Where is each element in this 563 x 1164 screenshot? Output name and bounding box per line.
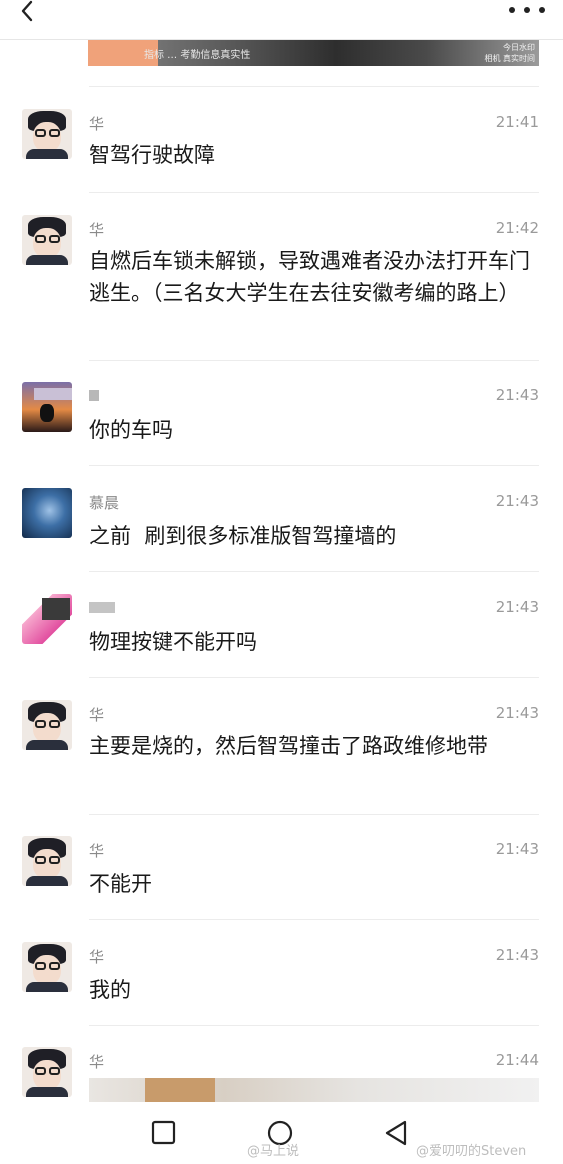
- avatar[interactable]: [22, 836, 72, 886]
- redacted-name: [89, 390, 99, 401]
- image-caption: 指标 … 考勤信息真实性: [144, 50, 251, 61]
- message-text: 不能开: [89, 872, 152, 896]
- sender-name: 华: [89, 1053, 105, 1071]
- back-button[interactable]: [14, 0, 44, 30]
- square-icon: [151, 1120, 176, 1145]
- divider: [89, 192, 539, 193]
- message-text: 主要是烧的，然后智驾撞击了路政维修地带: [89, 734, 488, 758]
- watermark-left: @马上说: [247, 1144, 300, 1159]
- message-text: 自燃后车锁未解锁，导致遇难者没办法打开车门逃生。（三名女大学生在去往安徽考编的路…: [89, 249, 530, 305]
- avatar[interactable]: [22, 488, 72, 538]
- shared-image-preview[interactable]: [89, 1078, 539, 1102]
- sender-name: 华: [89, 948, 105, 966]
- avatar[interactable]: [22, 215, 72, 265]
- triangle-back-icon: [385, 1120, 407, 1146]
- avatar[interactable]: [22, 594, 72, 644]
- watermark-right: @爱叨叨的Steven: [416, 1144, 527, 1159]
- sender-name: [89, 598, 115, 616]
- sender-name: 华: [89, 221, 105, 239]
- divider: [89, 919, 539, 920]
- sender-name: 华: [89, 115, 105, 133]
- divider: [89, 1025, 539, 1026]
- image-watermark: 今日水印 相机 真实时间: [484, 43, 535, 63]
- divider: [89, 86, 539, 87]
- chat-header: [0, 0, 563, 40]
- message-time: 21:43: [495, 386, 539, 404]
- divider: [89, 360, 539, 361]
- divider: [89, 677, 539, 678]
- message-time: 21:43: [495, 840, 539, 858]
- avatar[interactable]: [22, 382, 72, 432]
- sender-name: 慕晨: [89, 494, 120, 512]
- sender-name: 华: [89, 706, 105, 724]
- message-text: 智驾行驶故障: [89, 143, 215, 167]
- message-text: 之前 刷到很多标准版智驾撞墙的: [89, 524, 397, 548]
- avatar[interactable]: [22, 700, 72, 750]
- shared-image-preview[interactable]: 指标 … 考勤信息真实性 今日水印 相机 真实时间: [88, 40, 539, 66]
- avatar[interactable]: [22, 1047, 72, 1097]
- divider: [89, 465, 539, 466]
- recent-apps-button[interactable]: [149, 1118, 179, 1148]
- sender-name: [89, 386, 99, 404]
- message-text: 我的: [89, 978, 131, 1002]
- message-text: 物理按键不能开吗: [89, 630, 257, 654]
- message-time: 21:43: [495, 492, 539, 510]
- more-dots-icon: [509, 7, 515, 13]
- message-time: 21:44: [495, 1051, 539, 1069]
- chevron-left-icon: [21, 0, 33, 22]
- more-button[interactable]: [509, 0, 545, 20]
- avatar[interactable]: [22, 942, 72, 992]
- divider: [89, 814, 539, 815]
- sender-name: 华: [89, 842, 105, 860]
- message-time: 21:42: [495, 219, 539, 237]
- message-text: 你的车吗: [89, 418, 173, 442]
- system-back-button[interactable]: [381, 1118, 411, 1148]
- divider: [89, 571, 539, 572]
- message-time: 21:43: [495, 598, 539, 616]
- message-time: 21:41: [495, 113, 539, 131]
- avatar[interactable]: [22, 109, 72, 159]
- redacted-name: [89, 602, 115, 613]
- message-time: 21:43: [495, 704, 539, 722]
- message-time: 21:43: [495, 946, 539, 964]
